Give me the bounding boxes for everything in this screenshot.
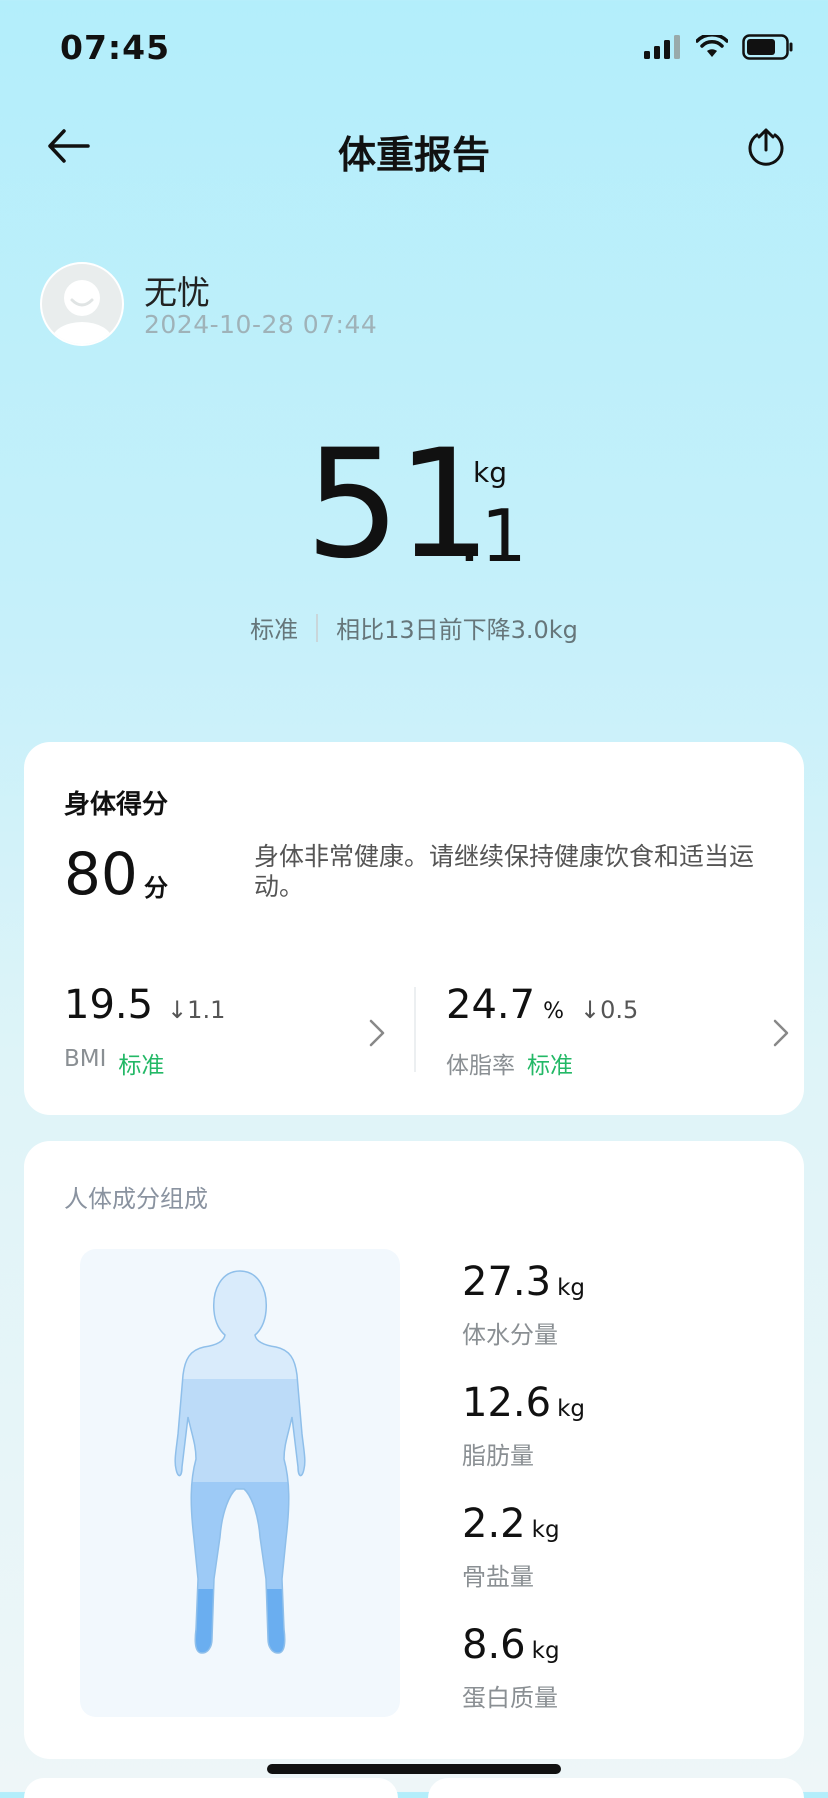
status-time: 07:45 (60, 28, 171, 67)
bmi-delta: ↓1.1 (167, 996, 226, 1024)
weight-summary: 标准 相比13日前下降3.0kg (0, 610, 828, 645)
share-button[interactable] (746, 126, 792, 172)
water-value: 27.3 (462, 1259, 552, 1305)
share-icon (748, 128, 784, 166)
score-title: 身体得分 (64, 790, 169, 820)
score-unit: 分 (144, 874, 168, 902)
fat-unit: kg (557, 1396, 585, 1422)
composition-title: 人体成分组成 (64, 1185, 208, 1213)
score-description: 身体非常健康。请继续保持健康饮食和适当运动。 (254, 842, 755, 901)
score-value: 80 (64, 840, 138, 908)
bmi-metric[interactable]: 19.5 ↓1.1 BMI 标准 (64, 982, 404, 1082)
protein-unit: kg (531, 1638, 560, 1664)
composition-item-water: 27.3 kg 体水分量 (462, 1259, 585, 1350)
fat-value: 12.6 (462, 1380, 552, 1426)
bmi-label: BMI (64, 1046, 107, 1072)
weight-unit: kg (473, 456, 507, 489)
next-card-left (24, 1778, 398, 1798)
metric-divider (414, 987, 416, 1072)
status-icons (644, 34, 794, 60)
composition-item-protein: 8.6 kg 蛋白质量 (462, 1622, 560, 1713)
protein-label: 蛋白质量 (462, 1684, 558, 1712)
signal-icon (644, 35, 680, 59)
water-unit: kg (557, 1275, 585, 1301)
human-body-icon (174, 1270, 306, 1654)
body-fat-status: 标准 (527, 1053, 573, 1079)
chevron-right-icon (369, 1019, 385, 1047)
fat-label: 脂肪量 (462, 1442, 534, 1470)
divider (316, 613, 319, 642)
home-indicator[interactable] (267, 1764, 561, 1774)
user-name: 无忧 (144, 273, 210, 312)
bmi-value: 19.5 (64, 982, 154, 1028)
composition-item-bone: 2.2 kg 骨盐量 (462, 1501, 560, 1592)
chevron-right-icon (773, 1019, 789, 1047)
body-fat-value: 24.7 (446, 982, 536, 1028)
bone-label: 骨盐量 (462, 1563, 534, 1591)
body-fat-metric[interactable]: 24.7 % ↓0.5 体脂率 标准 (446, 982, 789, 1082)
bone-value: 2.2 (462, 1501, 526, 1547)
body-fat-unit: % (543, 999, 564, 1024)
body-score-card: 身体得分 80 分 身体非常健康。请继续保持健康饮食和适当运动。 19.5 ↓1… (24, 742, 804, 1115)
body-fat-delta: ↓0.5 (579, 996, 639, 1024)
water-label: 体水分量 (462, 1321, 558, 1349)
body-composition-card[interactable]: 人体成分组成 27.3 kg 体水分量 12.6 kg 脂肪量 2.2 kg 骨… (24, 1141, 804, 1759)
avatar[interactable] (40, 262, 124, 346)
weight-status: 标准 (250, 616, 299, 644)
user-avatar-icon (52, 280, 112, 344)
bmi-status: 标准 (118, 1053, 165, 1079)
next-card-right (428, 1778, 804, 1798)
battery-icon (742, 34, 793, 60)
page-title: 体重报告 (337, 133, 490, 177)
weight-change: 相比13日前下降3.0kg (336, 616, 578, 644)
body-figure (80, 1249, 400, 1717)
wifi-icon (696, 35, 728, 57)
protein-value: 8.6 (462, 1622, 526, 1668)
composition-item-fat: 12.6 kg 脂肪量 (462, 1380, 585, 1471)
measure-datetime: 2024-10-28 07:44 (144, 310, 378, 339)
bone-unit: kg (531, 1517, 560, 1543)
body-fat-label: 体脂率 (446, 1053, 515, 1079)
weight-decimal: .1 (458, 494, 527, 578)
